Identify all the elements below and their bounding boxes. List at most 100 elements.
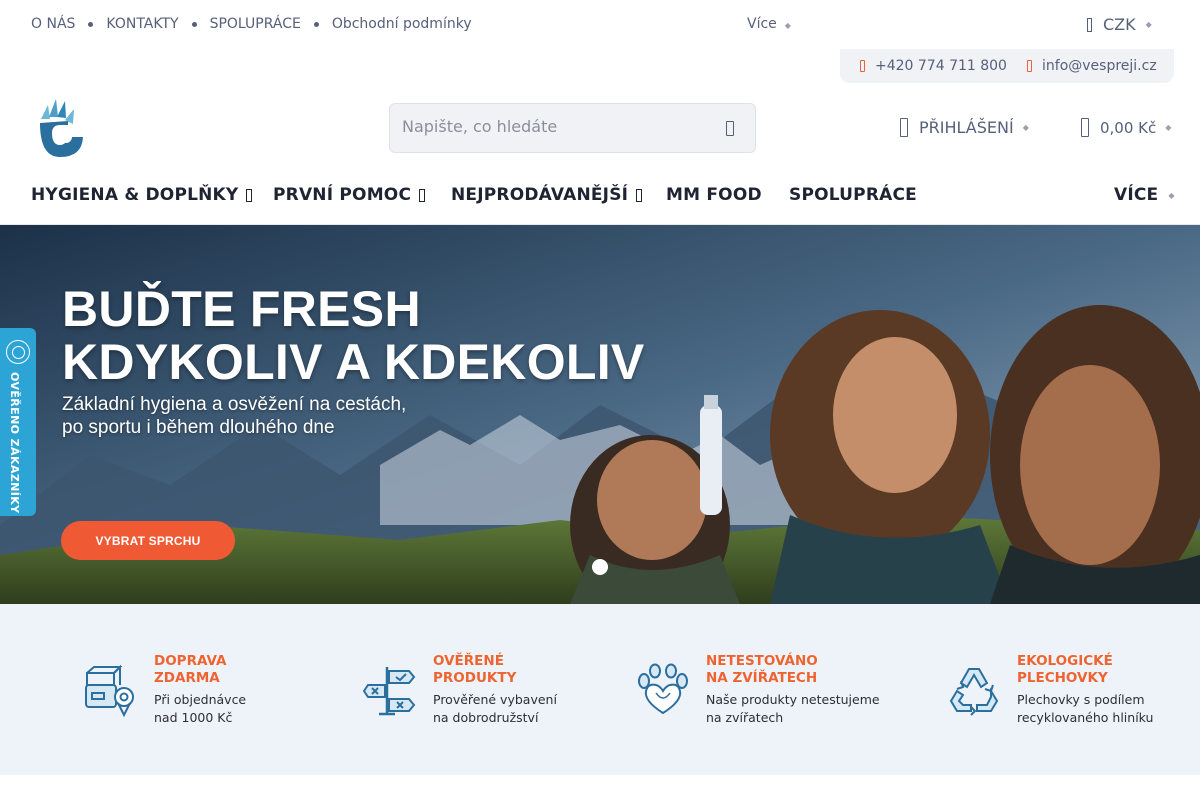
separator-dot	[88, 21, 94, 27]
separator-dot	[313, 21, 319, 27]
delivery-box-icon	[85, 664, 134, 717]
nav-item-hygiene[interactable]: HYGIENA & DOPLŇKY	[31, 185, 253, 205]
benefit-desc-line2: nad 1000 Kč	[154, 710, 233, 725]
top-links: O NÁS KONTAKTY SPOLUPRÁCE Obchodní podmí…	[31, 16, 472, 32]
chevron-down-icon: ◆	[1168, 190, 1175, 200]
benefit-text: NETESTOVÁNO NA ZVÍŘATECH Naše produkty ne…	[706, 653, 880, 727]
top-link-cooperation[interactable]: SPOLUPRÁCE	[210, 16, 301, 32]
benefit-text: DOPRAVA ZDARMA Při objednávce nad 1000 Kč	[154, 653, 246, 727]
benefits-bar: DOPRAVA ZDARMA Při objednávce nad 1000 Kč …	[0, 604, 1200, 775]
hero-subtitle-line2: po sportu i během dlouhého dne	[62, 417, 335, 438]
benefit-desc-line2: na dobrodružství	[433, 710, 539, 725]
hero-banner: BUĎTE FRESH KDYKOLIV A KDEKOLIV Základní…	[0, 225, 1200, 604]
nav-item-bestsellers[interactable]: NEJPRODÁVANĚJŠÍ	[451, 185, 643, 205]
hero-cta-button[interactable]: VYBRAT SPRCHU	[61, 521, 235, 560]
top-more-label: Více	[747, 16, 777, 32]
dropdown-icon	[246, 188, 253, 202]
top-more-menu[interactable]: Více ◆	[747, 16, 791, 32]
verified-badge-label: OVĚŘENO ZÁKAZNÍKY	[8, 372, 21, 514]
nav-item-label: NEJPRODÁVANĚJŠÍ	[451, 185, 629, 205]
benefit-desc-line1: Prověřené vybavení	[433, 692, 557, 707]
verified-by-customers-badge[interactable]: OVĚŘENO ZÁKAZNÍKY	[0, 328, 36, 516]
nav-item-label: SPOLUPRÁCE	[789, 185, 917, 205]
benefit-item-not-tested-on-animals: NETESTOVÁNO NA ZVÍŘATECH Naše produkty ne…	[636, 653, 880, 727]
carousel-dot[interactable]	[592, 559, 608, 575]
nav-item-label: HYGIENA & DOPLŇKY	[31, 185, 239, 205]
nav-item-mm-food[interactable]: MM FOOD	[666, 185, 762, 205]
login-label: PŘIHLÁŠENÍ	[919, 118, 1014, 137]
user-icon	[900, 118, 908, 137]
nav-item-cooperation[interactable]: SPOLUPRÁCE	[789, 185, 917, 205]
search-icon[interactable]	[726, 121, 734, 136]
benefit-title: DOPRAVA ZDARMA	[154, 653, 246, 687]
benefit-item-verified-products: OVĚŘENÉ PRODUKTY Prověřené vybavení na dob…	[363, 653, 557, 727]
seal-icon	[6, 340, 30, 364]
dropdown-icon	[419, 188, 426, 202]
phone-icon	[860, 60, 865, 72]
benefit-title-line2: ZDARMA	[154, 670, 220, 686]
contact-email-label: info@vespreji.cz	[1042, 58, 1157, 74]
benefit-title: OVĚŘENÉ PRODUKTY	[433, 653, 557, 687]
benefit-desc: Prověřené vybavení na dobrodružství	[433, 691, 557, 727]
benefit-desc: Při objednávce nad 1000 Kč	[154, 691, 246, 727]
top-link-about[interactable]: O NÁS	[31, 16, 75, 32]
hero-title: BUĎTE FRESH KDYKOLIV A KDEKOLIV	[62, 283, 645, 389]
hero-subtitle: Základní hygiena a osvěžení na cestách, …	[62, 393, 482, 439]
search-input[interactable]	[402, 117, 702, 136]
search-box	[389, 103, 756, 153]
benefit-title-line2: PLECHOVKY	[1017, 670, 1108, 686]
top-link-contacts[interactable]: KONTAKTY	[106, 16, 178, 32]
cart-button[interactable]: 0,00 Kč ◆	[1081, 118, 1171, 137]
currency-label: CZK	[1103, 15, 1136, 34]
benefit-desc-line2: na zvířatech	[706, 710, 784, 725]
benefit-title-line1: DOPRAVA	[154, 653, 227, 669]
signpost-icon	[363, 667, 416, 716]
site-logo[interactable]	[38, 97, 84, 159]
nav-item-more[interactable]: VÍCE ◆	[1114, 185, 1175, 205]
benefit-title-line2: NA ZVÍŘATECH	[706, 670, 818, 686]
top-link-terms[interactable]: Obchodní podmínky	[332, 16, 472, 32]
benefit-text: EKOLOGICKÉ PLECHOVKY Plechovky s podílem r…	[1017, 653, 1153, 727]
benefit-title-line1: OVĚŘENÉ	[433, 653, 504, 669]
benefit-title: NETESTOVÁNO NA ZVÍŘATECH	[706, 653, 880, 687]
benefit-desc-line2: recyklovaného hliníku	[1017, 710, 1154, 725]
chevron-down-icon: ◆	[1022, 123, 1029, 132]
benefit-title-line1: NETESTOVÁNO	[706, 653, 818, 669]
benefit-text: OVĚŘENÉ PRODUKTY Prověřené vybavení na dob…	[433, 653, 557, 727]
contact-box: +420 774 711 800 info@vespreji.cz	[840, 49, 1174, 83]
cart-total: 0,00 Kč	[1100, 118, 1157, 137]
benefit-desc-line1: Naše produkty netestujeme	[706, 692, 880, 707]
hero-subtitle-line1: Základní hygiena a osvěžení na cestách,	[62, 394, 407, 415]
benefit-item-eco-cans: EKOLOGICKÉ PLECHOVKY Plechovky s podílem r…	[947, 653, 1153, 727]
nav-item-first-aid[interactable]: PRVNÍ POMOC	[273, 185, 426, 205]
benefit-desc: Plechovky s podílem recyklovaného hliníku	[1017, 691, 1153, 727]
chevron-down-icon: ◆	[1145, 20, 1152, 29]
hero-title-line2: KDYKOLIV A KDEKOLIV	[62, 334, 645, 390]
currency-selector[interactable]: CZK ◆	[1087, 15, 1152, 34]
separator-dot	[191, 21, 197, 27]
contact-phone[interactable]: +420 774 711 800	[860, 58, 1007, 74]
chevron-down-icon: ◆	[784, 21, 791, 30]
benefit-desc-line1: Plechovky s podílem	[1017, 692, 1145, 707]
benefit-item-free-shipping: DOPRAVA ZDARMA Při objednávce nad 1000 Kč	[84, 653, 246, 727]
login-button[interactable]: PŘIHLÁŠENÍ ◆	[900, 118, 1029, 137]
contact-phone-label: +420 774 711 800	[875, 58, 1007, 74]
contact-email[interactable]: info@vespreji.cz	[1027, 58, 1157, 74]
hero-title-line1: BUĎTE FRESH	[62, 281, 421, 337]
top-bar: O NÁS KONTAKTY SPOLUPRÁCE Obchodní podmí…	[0, 0, 1200, 50]
benefit-title: EKOLOGICKÉ PLECHOVKY	[1017, 653, 1153, 687]
currency-icon	[1087, 17, 1092, 32]
benefit-desc-line1: Při objednávce	[154, 692, 247, 707]
recycle-icon	[949, 668, 999, 716]
dropdown-icon	[636, 188, 643, 202]
main-navigation: HYGIENA & DOPLŇKY PRVNÍ POMOC NEJPRODÁVA…	[0, 170, 1200, 225]
cart-icon	[1081, 118, 1089, 137]
email-icon	[1027, 60, 1032, 72]
benefit-desc: Naše produkty netestujeme na zvířatech	[706, 691, 880, 727]
benefit-title-line1: EKOLOGICKÉ	[1017, 653, 1113, 669]
nav-item-label: MM FOOD	[666, 185, 762, 205]
nav-item-label: VÍCE	[1114, 185, 1159, 205]
benefit-title-line2: PRODUKTY	[433, 670, 517, 686]
nav-item-label: PRVNÍ POMOC	[273, 185, 412, 205]
chevron-down-icon: ◆	[1165, 123, 1172, 132]
